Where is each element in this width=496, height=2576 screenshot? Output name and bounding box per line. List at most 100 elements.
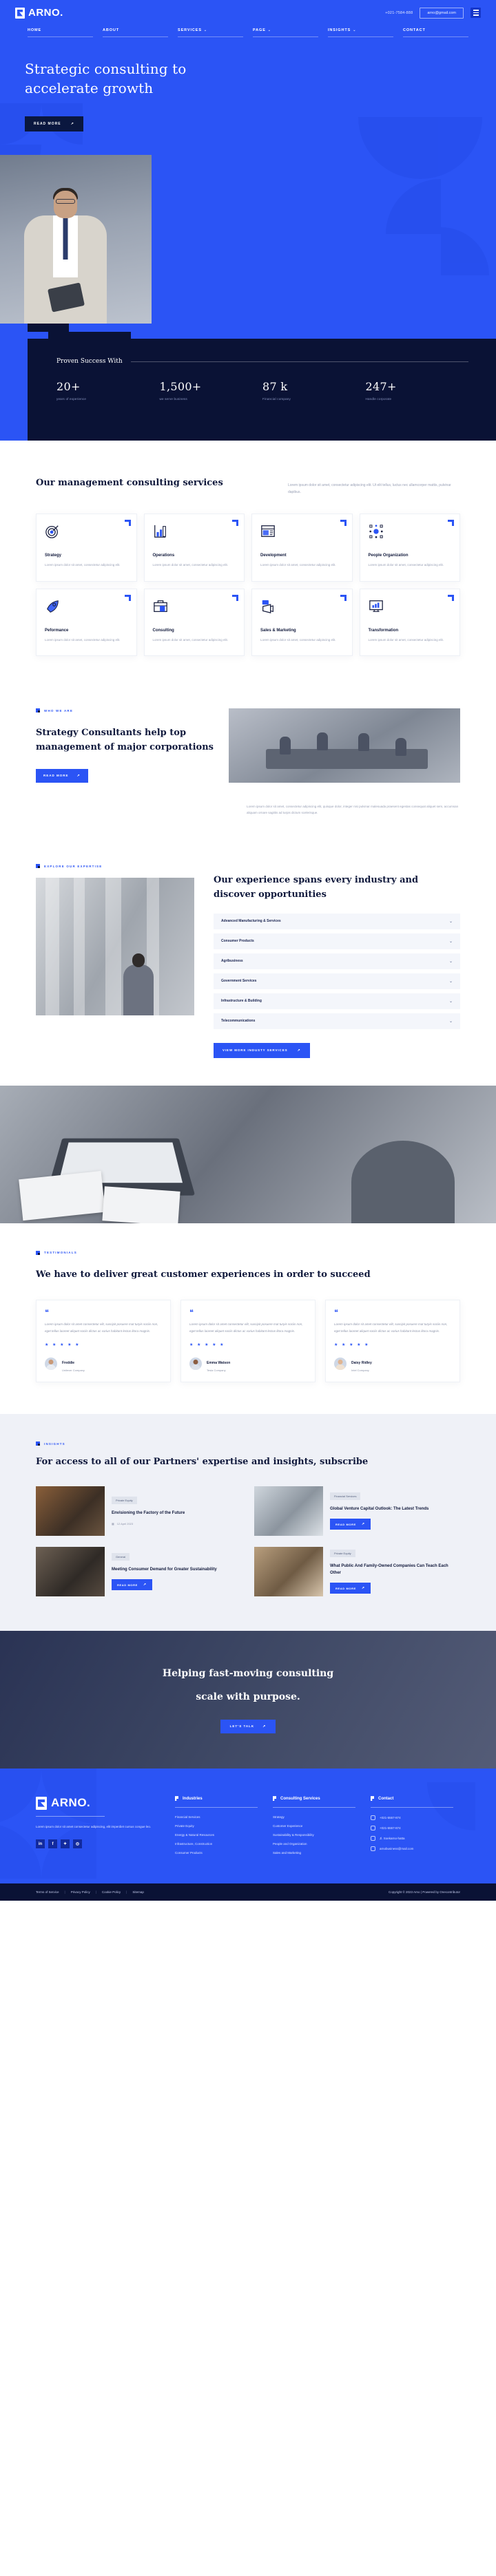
arno-logo-mark-icon: [15, 7, 25, 19]
sitemap-link[interactable]: Sitemap: [132, 1890, 144, 1894]
service-card[interactable]: Sales & Marketing Lorem ipsum dolor sit …: [251, 588, 353, 657]
stat-item: 247+ Handle corporate: [366, 380, 469, 401]
footer-logo-text: ARNO.: [51, 1796, 91, 1810]
testimonial-text: Lorem ipsum dolor sit amet consectetur e…: [45, 1322, 158, 1333]
person-silhouette: [123, 964, 154, 1016]
accordion-item[interactable]: Consumer Products ⌄: [214, 933, 460, 949]
author-company: Intel Company: [351, 1369, 369, 1373]
divider: [175, 1807, 258, 1808]
service-desc: Lorem ipsum dolor sit amet, consectetur …: [368, 563, 444, 567]
privacy-policy-link[interactable]: Privacy Policy: [71, 1890, 90, 1894]
insight-card[interactable]: Financial Services Global Venture Capita…: [254, 1486, 460, 1537]
view-more-industry-services-button[interactable]: VIEW MORE INDUSTY SERVICES ↗: [214, 1042, 310, 1058]
quote-icon: ❝: [334, 1307, 338, 1317]
copyright-text: Copyright © 2023 Arno | Powered by Oneco…: [388, 1890, 460, 1894]
header-phone[interactable]: +021-7584-888: [385, 11, 413, 15]
accordion-label: Infrastructure & Building: [221, 999, 262, 1004]
industry-eyebrow: EXPLORE OUR EXPERTISE: [36, 864, 194, 869]
stat-item: 20+ years of experience: [56, 380, 160, 401]
insight-read-more-button[interactable]: READ MORE ↗: [112, 1579, 152, 1591]
footer-contact-email[interactable]: arnobusiness@mail.com: [371, 1846, 453, 1852]
service-card[interactable]: Transformation Lorem ipsum dolor sit ame…: [359, 588, 460, 657]
footer-link[interactable]: Sustainability & Responsibility: [273, 1833, 355, 1837]
hamburger-icon[interactable]: [471, 8, 481, 18]
footer-link[interactable]: Customer Experience: [273, 1824, 355, 1828]
chevron-down-icon: ⌄: [448, 999, 453, 1004]
service-card[interactable]: Peformance Lorem ipsum dolor sit amet, c…: [36, 588, 137, 657]
footer-contact-fax[interactable]: +021-5557-874: [371, 1826, 453, 1831]
nav-item-insights[interactable]: INSIGHTS ⌄: [328, 28, 393, 37]
mail-icon: [371, 1846, 375, 1852]
who-we-are-note: Lorem ipsum dolor sit amet, consectetur …: [247, 805, 459, 815]
hero-read-more-button[interactable]: READ MORE ↗: [25, 116, 83, 131]
footer-column-title: Industries: [183, 1796, 203, 1801]
accordion-label: Agribusiness: [221, 959, 243, 964]
accordion-item[interactable]: Infrastructure & Building ⌄: [214, 993, 460, 1009]
cookie-policy-link[interactable]: Cookie Policy: [102, 1890, 121, 1894]
nav-item-services[interactable]: SERVICES ⌄: [178, 28, 243, 37]
footer-column-title: Consulting Services: [280, 1796, 320, 1801]
divider: [273, 1807, 355, 1808]
footer-link[interactable]: Financial Services: [175, 1815, 258, 1819]
divider: [371, 1807, 453, 1808]
nav-item-page[interactable]: PAGE ⌄: [253, 28, 318, 37]
nav-label: ABOUT: [103, 28, 120, 32]
footer-link[interactable]: Sales and Marketing: [273, 1851, 355, 1855]
accordion-item[interactable]: Agribusiness ⌄: [214, 953, 460, 969]
bar-chart-icon: [154, 525, 166, 538]
nav-label: INSIGHTS: [328, 28, 351, 32]
industry-content: Our experience spans every industry and …: [214, 864, 460, 1058]
insight-read-more-button[interactable]: READ MORE ↗: [330, 1583, 371, 1594]
lets-talk-button[interactable]: LET'S TALK ↗: [220, 1719, 276, 1733]
chevron-down-icon: ⌄: [203, 28, 208, 32]
nav-item-home[interactable]: HOME: [28, 28, 93, 37]
footer-contact-phone[interactable]: +021-5557-874: [371, 1815, 453, 1821]
footer-link[interactable]: People and Organization: [273, 1842, 355, 1846]
facebook-icon[interactable]: f: [48, 1839, 57, 1849]
testimonial-author: Freddie Unilever Company: [45, 1355, 162, 1372]
avatar: [45, 1357, 57, 1370]
service-card[interactable]: Development Lorem ipsum dolor sit amet, …: [251, 514, 353, 582]
footer-link[interactable]: Private Equity: [175, 1824, 258, 1828]
service-card[interactable]: People Organization Lorem ipsum dolor si…: [359, 514, 460, 582]
insight-card[interactable]: Private Equity What Public And Family-Ow…: [254, 1547, 460, 1597]
footer-link[interactable]: Consumer Products: [175, 1851, 258, 1855]
services-header: Our management consulting services Lorem…: [0, 476, 496, 496]
footer-link[interactable]: Energy & Natural Resources: [175, 1833, 258, 1837]
insight-thumbnail: [36, 1547, 105, 1597]
footer-logo[interactable]: ARNO.: [36, 1796, 160, 1810]
insight-card[interactable]: Private Equity Envisioning the Factory o…: [36, 1486, 242, 1537]
services-subtext: Lorem ipsum dolor sit amet, consectetur …: [288, 483, 451, 494]
twitter-icon[interactable]: ✦: [61, 1839, 70, 1849]
service-card[interactable]: Operations Lorem ipsum dolor sit amet, c…: [143, 514, 245, 582]
quote-icon: ❝: [189, 1307, 194, 1317]
accordion-item[interactable]: Government Services ⌄: [214, 973, 460, 989]
insight-body: General Meeting Consumer Demand for Grea…: [112, 1547, 242, 1596]
nav-item-about[interactable]: ABOUT: [103, 28, 168, 37]
insight-read-more-button[interactable]: READ MORE ↗: [330, 1519, 371, 1530]
site-logo[interactable]: ARNO.: [15, 7, 63, 19]
accordion-item[interactable]: Advanced Manufacturing & Services ⌄: [214, 913, 460, 929]
instagram-icon[interactable]: ◎: [73, 1839, 82, 1849]
footer-link[interactable]: Infrastructure, Construction: [175, 1842, 258, 1846]
chevron-down-icon: ⌄: [448, 959, 453, 964]
linkedin-icon[interactable]: in: [36, 1839, 45, 1849]
footer-link[interactable]: Strategy: [273, 1815, 355, 1819]
insight-date-text: 12 April 2023: [116, 1522, 134, 1526]
insight-body: Private Equity Envisioning the Factory o…: [112, 1486, 242, 1536]
accordion-item[interactable]: Telecommunications ⌄: [214, 1013, 460, 1029]
read-more-label: READ MORE: [117, 1583, 138, 1587]
who-read-more-button[interactable]: READ MORE ↗: [36, 768, 88, 783]
nav-item-contact[interactable]: CONTACT: [403, 28, 468, 37]
service-card[interactable]: Strategy Lorem ipsum dolor sit amet, con…: [36, 514, 137, 582]
footer-contact-address[interactable]: Jl. Soekarno-hatta: [371, 1836, 453, 1841]
stats-content: Proven Success With 20+ years of experie…: [56, 358, 468, 401]
footer-content: ARNO. Lorem ipsum dolor sit amet consect…: [36, 1796, 460, 1860]
service-card[interactable]: Consulting Lorem ipsum dolor sit amet, c…: [143, 588, 245, 657]
who-we-are-copy: WHO WE ARE Strategy Consultants help top…: [36, 708, 215, 816]
header-email-button[interactable]: arno@gmail.com: [420, 7, 464, 19]
nav-label: HOME: [28, 28, 42, 32]
insight-card[interactable]: General Meeting Consumer Demand for Grea…: [36, 1547, 242, 1597]
terms-of-service-link[interactable]: Terms of Service: [36, 1890, 59, 1894]
service-desc: Lorem ipsum dolor sit amet, consectetur …: [260, 637, 336, 642]
